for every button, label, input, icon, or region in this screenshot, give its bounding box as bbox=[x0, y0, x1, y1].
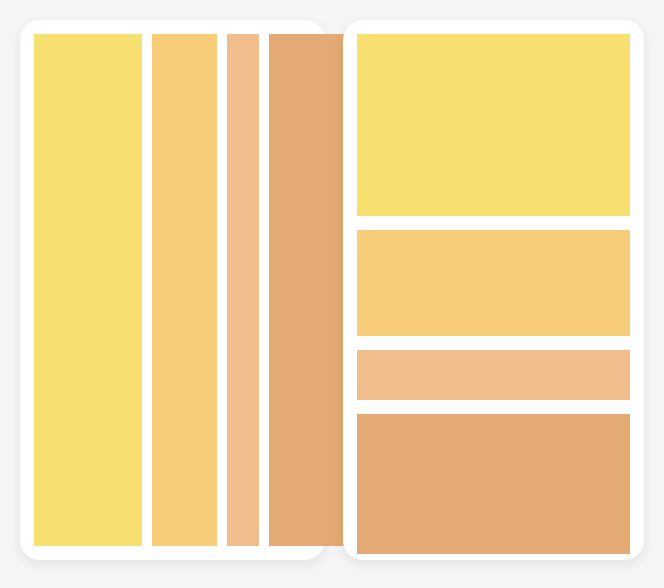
color-swatch bbox=[357, 350, 630, 400]
color-swatch bbox=[357, 414, 630, 554]
color-swatch bbox=[357, 34, 630, 216]
palette-card-row bbox=[20, 20, 325, 560]
color-swatch bbox=[357, 230, 630, 336]
color-swatch bbox=[152, 34, 217, 546]
color-swatch bbox=[227, 34, 259, 546]
palette-card-column bbox=[343, 20, 644, 560]
swatch-container-column bbox=[357, 34, 630, 546]
color-swatch bbox=[269, 34, 354, 546]
swatch-container-row bbox=[34, 34, 311, 546]
color-swatch bbox=[34, 34, 142, 546]
